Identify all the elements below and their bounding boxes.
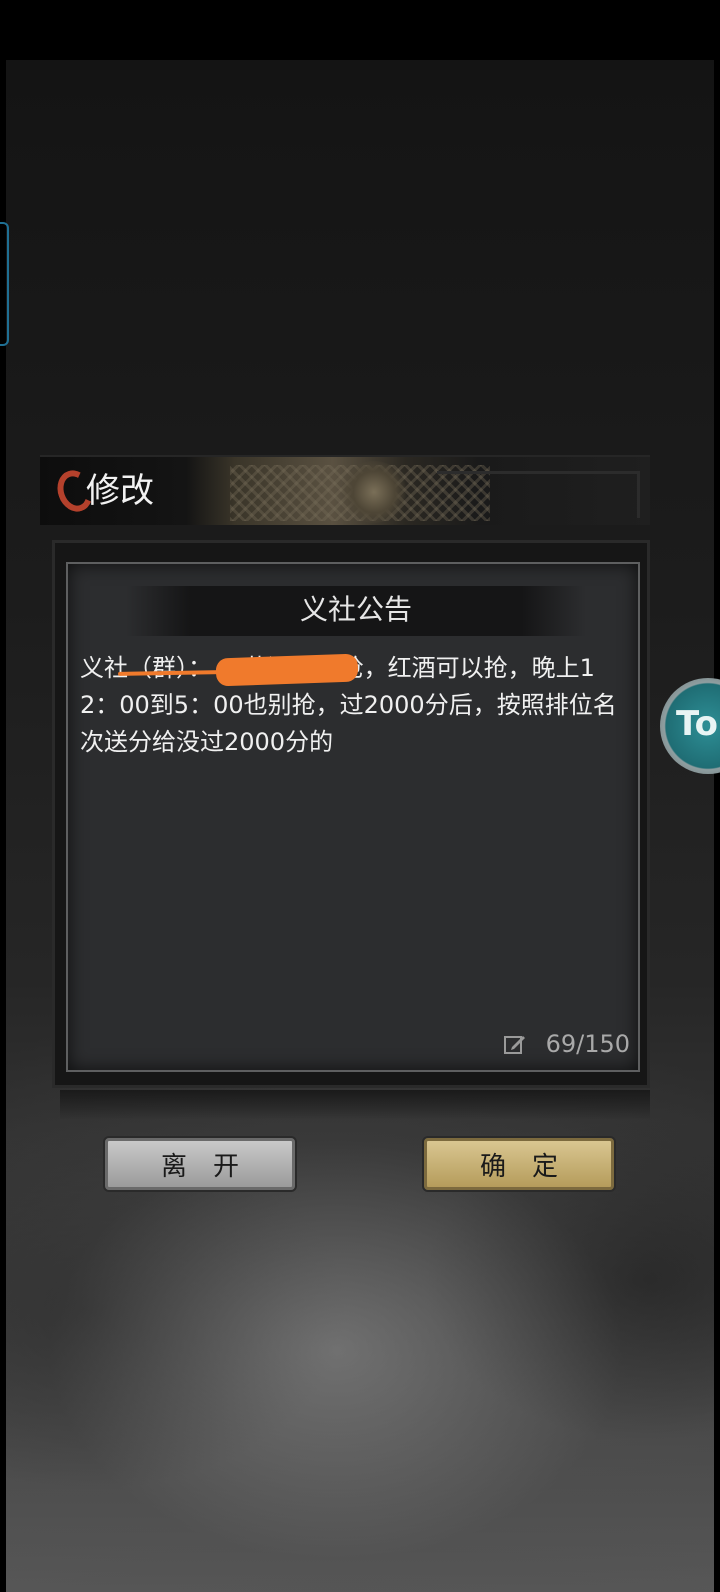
notice-header: 义社公告 — [126, 586, 586, 636]
status-bar — [0, 0, 720, 60]
dialog-shelf — [60, 1090, 650, 1120]
leave-button[interactable]: 离开 — [105, 1138, 295, 1190]
character-counter: 69/150 — [503, 1030, 630, 1058]
dialog-title: 修改 — [86, 471, 154, 511]
side-drawer-handle[interactable] — [0, 222, 9, 346]
counter-text: 69/150 — [545, 1030, 630, 1058]
title-flower-emblem — [340, 461, 408, 523]
title-frame-lines — [437, 471, 640, 518]
notice-panel: 义社公告 义社（群）： ，黄酒不能抢，红酒可以抢，晚上12：00到5：00也别抢… — [66, 562, 640, 1072]
notice-title: 义社公告 — [299, 593, 412, 626]
confirm-button[interactable]: 确定 — [424, 1138, 614, 1190]
badge-text: To — [676, 704, 719, 744]
dialog-title-bar: 修改 — [40, 455, 650, 525]
edit-icon — [503, 1033, 526, 1055]
